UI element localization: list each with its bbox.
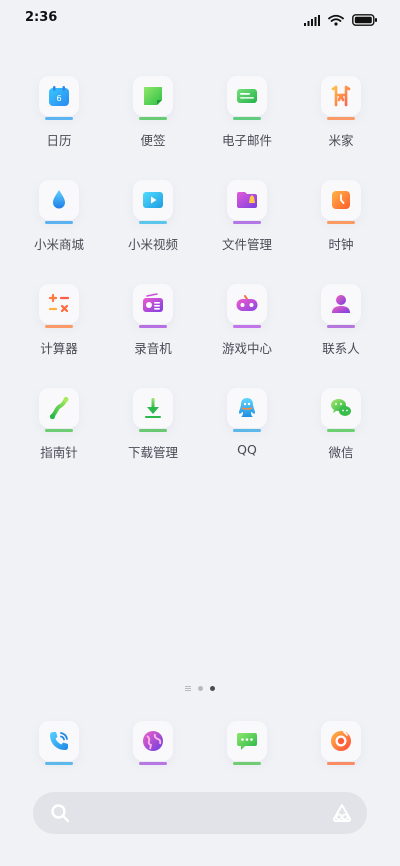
icon-underline <box>139 325 167 328</box>
icon-underline <box>45 221 73 224</box>
download-manager-icon <box>133 388 173 428</box>
app-label: 便签 <box>140 133 166 148</box>
app-label: 游戏中心 <box>221 341 272 356</box>
mijia-icon <box>321 76 361 116</box>
status-icons <box>304 11 378 30</box>
svg-text:6: 6 <box>56 94 61 103</box>
app-notes[interactable]: 便签 <box>106 76 200 180</box>
app-qq[interactable]: QQ <box>200 388 294 492</box>
app-game-center[interactable]: 游戏中心 <box>200 284 294 388</box>
page-dot[interactable] <box>198 686 203 691</box>
page-indicator[interactable] <box>0 686 400 691</box>
icon-underline <box>139 429 167 432</box>
page-indicator-list[interactable] <box>185 686 191 691</box>
icon-underline <box>327 429 355 432</box>
search-bar[interactable] <box>33 792 367 834</box>
app-clock[interactable]: 时钟 <box>294 180 388 284</box>
app-label: 指南针 <box>40 445 78 460</box>
icon-underline <box>233 429 261 432</box>
app-contacts[interactable]: 联系人 <box>294 284 388 388</box>
app-mi-store[interactable]: 小米商城 <box>12 180 106 284</box>
assistant-icon[interactable] <box>331 802 353 828</box>
icon-underline <box>233 117 261 120</box>
icon-underline <box>45 325 73 328</box>
icon-underline <box>233 762 261 765</box>
icon-underline <box>327 762 355 765</box>
app-compass[interactable]: 指南针 <box>12 388 106 492</box>
contacts-icon <box>321 284 361 324</box>
icon-underline <box>139 117 167 120</box>
phone-icon <box>39 721 79 761</box>
icon-underline <box>327 325 355 328</box>
app-email[interactable]: 电子邮件 <box>200 76 294 180</box>
mi-video-icon <box>133 180 173 220</box>
app-label: QQ <box>237 442 257 457</box>
app-label: 文件管理 <box>221 237 272 252</box>
dock-camera[interactable] <box>294 721 388 765</box>
app-label: 米家 <box>328 133 354 148</box>
email-icon <box>227 76 267 116</box>
qq-icon <box>227 388 267 428</box>
dock-phone[interactable] <box>12 721 106 765</box>
compass-icon <box>39 388 79 428</box>
app-label: 小米商城 <box>33 237 84 252</box>
notes-icon <box>133 76 173 116</box>
dock-browser[interactable] <box>106 721 200 765</box>
icon-underline <box>139 762 167 765</box>
app-label: 小米视频 <box>127 237 178 252</box>
dock-messages[interactable] <box>200 721 294 765</box>
browser-icon <box>133 721 173 761</box>
app-calendar[interactable]: 6 日历 <box>12 76 106 180</box>
icon-underline <box>327 117 355 120</box>
status-bar: 2:36 <box>0 0 400 36</box>
mi-store-icon <box>39 180 79 220</box>
clock-icon <box>321 180 361 220</box>
search-icon[interactable] <box>50 803 70 827</box>
app-label: 时钟 <box>328 237 354 252</box>
messages-icon <box>227 721 267 761</box>
app-file-manager[interactable]: 文件管理 <box>200 180 294 284</box>
app-label: 微信 <box>328 445 354 460</box>
status-time: 2:36 <box>25 10 58 25</box>
game-center-icon <box>227 284 267 324</box>
file-manager-icon <box>227 180 267 220</box>
icon-underline <box>45 762 73 765</box>
app-mijia[interactable]: 米家 <box>294 76 388 180</box>
app-wechat[interactable]: 微信 <box>294 388 388 492</box>
app-label: 联系人 <box>322 341 360 356</box>
camera-icon <box>321 721 361 761</box>
app-label: 电子邮件 <box>221 133 272 148</box>
app-download-manager[interactable]: 下载管理 <box>106 388 200 492</box>
icon-underline <box>233 221 261 224</box>
app-recorder[interactable]: 录音机 <box>106 284 200 388</box>
app-label: 录音机 <box>134 341 172 356</box>
app-label: 计算器 <box>40 341 78 356</box>
icon-underline <box>45 429 73 432</box>
app-grid: 6 日历 便签 电子邮件 米家 小米商城 小米视频 文件管理 时钟 计算器 录音… <box>12 76 388 492</box>
signal-icon <box>304 11 320 30</box>
app-label: 日历 <box>46 133 72 148</box>
page-dot-active[interactable] <box>210 686 215 691</box>
calendar-icon: 6 <box>39 76 79 116</box>
battery-icon <box>352 11 378 30</box>
dock <box>12 721 388 765</box>
icon-underline <box>327 221 355 224</box>
icon-underline <box>45 117 73 120</box>
app-mi-video[interactable]: 小米视频 <box>106 180 200 284</box>
recorder-icon <box>133 284 173 324</box>
wechat-icon <box>321 388 361 428</box>
app-label: 下载管理 <box>127 445 178 460</box>
app-calculator[interactable]: 计算器 <box>12 284 106 388</box>
icon-underline <box>233 325 261 328</box>
calculator-icon <box>39 284 79 324</box>
wifi-icon <box>328 11 344 30</box>
icon-underline <box>139 221 167 224</box>
